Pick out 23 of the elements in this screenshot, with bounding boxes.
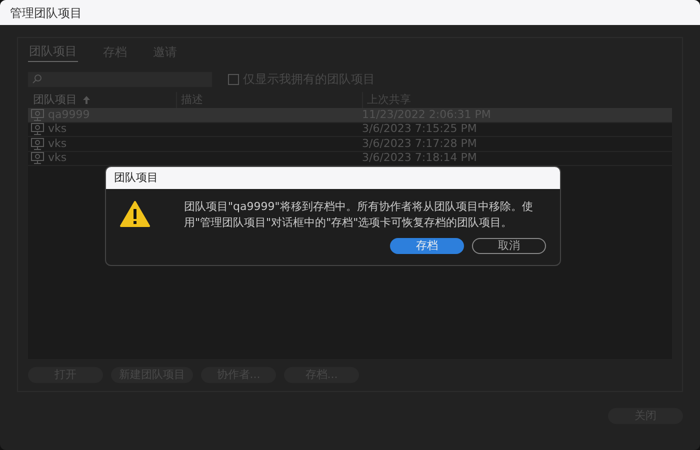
search-icon <box>32 74 42 84</box>
archive-button[interactable]: 存档 <box>390 238 464 254</box>
monitor-icon <box>31 152 44 164</box>
search-field[interactable] <box>28 72 212 86</box>
window-title: 管理团队项目 <box>0 0 700 25</box>
shared-date: 3/6/2023 7:18:14 PM <box>362 151 477 164</box>
monitor-icon <box>31 108 44 121</box>
shared-date: 3/6/2023 7:17:28 PM <box>362 136 477 150</box>
column-header[interactable]: 团队项目 <box>33 92 77 108</box>
shared-date: 3/6/2023 7:15:25 PM <box>362 122 477 135</box>
table-row[interactable]: vks 3/6/2023 7:15:25 PM <box>28 122 672 137</box>
project-name: vks <box>48 136 67 152</box>
warning-icon <box>120 201 150 227</box>
dialog-title: 团队项目 <box>106 167 560 189</box>
dialog-message: 团队项目"qa9999"将移到存档中。所有协作者将从团队项目中移除。使用"管理团队项目"对话框中的"存档"选项卡可恢复存档的团队项目。 <box>183 199 534 231</box>
sort-arrow-icon <box>83 96 90 104</box>
project-name: vks <box>48 150 67 166</box>
cancel-button[interactable]: 取消 <box>472 238 546 254</box>
project-name: vks <box>48 121 67 137</box>
table-row[interactable]: vks 3/6/2023 7:17:28 PM <box>28 137 672 152</box>
monitor-icon <box>31 123 44 136</box>
checkbox[interactable] <box>228 74 239 84</box>
monitor-icon <box>31 138 44 150</box>
